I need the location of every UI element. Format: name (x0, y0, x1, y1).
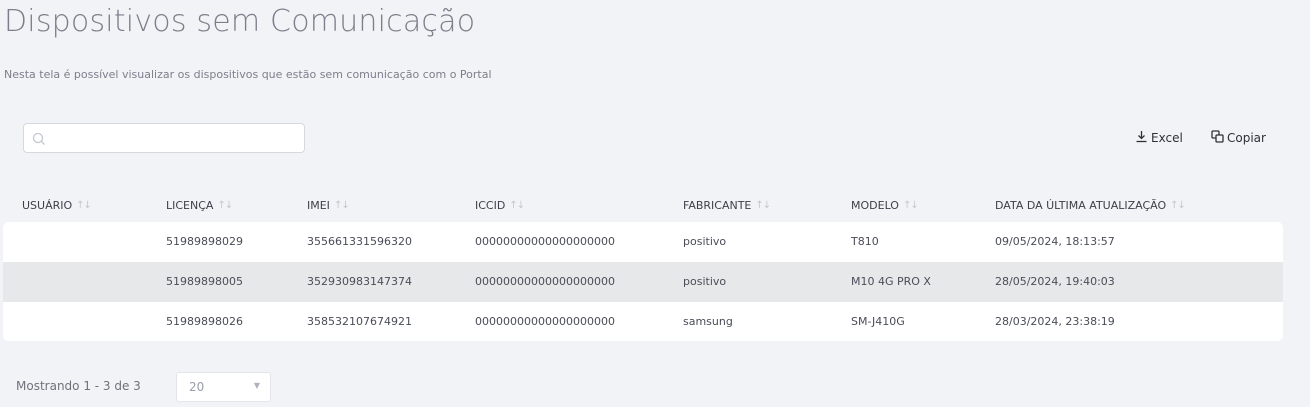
sort-icon[interactable]: ↑↓ (76, 200, 92, 211)
cell-modelo: SM-J410G (851, 315, 905, 328)
cell-fabricante: samsung (683, 315, 733, 328)
copy-icon (1211, 130, 1224, 146)
table-row[interactable]: 51989898005 352930983147374 000000000000… (3, 262, 1283, 302)
cell-modelo: M10 4G PRO X (851, 275, 931, 288)
copy-button[interactable]: Copiar (1211, 130, 1266, 146)
column-header-iccid[interactable]: ICCID ↑↓ (475, 199, 525, 212)
cell-data: 28/03/2024, 23:38:19 (995, 315, 1115, 328)
table-row[interactable]: 51989898026 358532107674921 000000000000… (3, 302, 1283, 341)
table-row[interactable]: 51989898029 355661331596320 000000000000… (3, 222, 1283, 262)
excel-button[interactable]: Excel (1135, 130, 1183, 146)
chevron-down-icon: ▼ (253, 381, 260, 390)
search-icon (32, 131, 46, 150)
cell-data: 09/05/2024, 18:13:57 (995, 235, 1115, 248)
sort-icon[interactable]: ↑↓ (755, 200, 771, 211)
column-header-label: FABRICANTE (683, 199, 752, 212)
page-title: Dispositivos sem Comunicação (4, 4, 476, 39)
cell-imei: 358532107674921 (307, 315, 412, 328)
page-size-select[interactable]: 20 ▼ (176, 372, 271, 402)
devices-table: 51989898029 355661331596320 000000000000… (3, 222, 1283, 341)
page-subtitle: Nesta tela é possível visualizar os disp… (4, 68, 492, 81)
cell-iccid: 00000000000000000000 (475, 235, 615, 248)
copy-label: Copiar (1227, 131, 1266, 145)
cell-licenca: 51989898029 (166, 235, 243, 248)
column-header-modelo[interactable]: MODELO ↑↓ (851, 199, 919, 212)
sort-icon[interactable]: ↑↓ (334, 200, 350, 211)
excel-label: Excel (1151, 131, 1183, 145)
cell-iccid: 00000000000000000000 (475, 275, 615, 288)
download-icon (1135, 130, 1148, 146)
cell-licenca: 51989898026 (166, 315, 243, 328)
column-header-label: IMEI (307, 199, 330, 212)
column-header-label: MODELO (851, 199, 899, 212)
cell-iccid: 00000000000000000000 (475, 315, 615, 328)
cell-modelo: T810 (851, 235, 879, 248)
column-header-label: DATA DA ÚLTIMA ATUALIZAÇÃO (995, 199, 1167, 212)
column-header-imei[interactable]: IMEI ↑↓ (307, 199, 350, 212)
search-box[interactable] (23, 123, 305, 153)
column-header-label: LICENÇA (166, 199, 214, 212)
sort-icon[interactable]: ↑↓ (217, 200, 233, 211)
cell-imei: 355661331596320 (307, 235, 412, 248)
column-header-fabricante[interactable]: FABRICANTE ↑↓ (683, 199, 771, 212)
page-size-value: 20 (189, 380, 205, 394)
cell-fabricante: positivo (683, 275, 727, 288)
sort-icon[interactable]: ↑↓ (509, 200, 525, 211)
cell-imei: 352930983147374 (307, 275, 412, 288)
cell-data: 28/05/2024, 19:40:03 (995, 275, 1115, 288)
cell-licenca: 51989898005 (166, 275, 243, 288)
column-header-label: USUÁRIO (22, 199, 73, 212)
sort-icon[interactable]: ↑↓ (903, 200, 919, 211)
column-header-usuario[interactable]: USUÁRIO ↑↓ (22, 199, 92, 212)
search-input[interactable] (54, 124, 294, 152)
column-header-data-atualizacao[interactable]: DATA DA ÚLTIMA ATUALIZAÇÃO ↑↓ (995, 199, 1186, 212)
column-header-licenca[interactable]: LICENÇA ↑↓ (166, 199, 233, 212)
column-header-label: ICCID (475, 199, 506, 212)
cell-fabricante: positivo (683, 235, 727, 248)
pagination-info: Mostrando 1 - 3 de 3 (16, 379, 141, 393)
sort-icon[interactable]: ↑↓ (1170, 200, 1186, 211)
